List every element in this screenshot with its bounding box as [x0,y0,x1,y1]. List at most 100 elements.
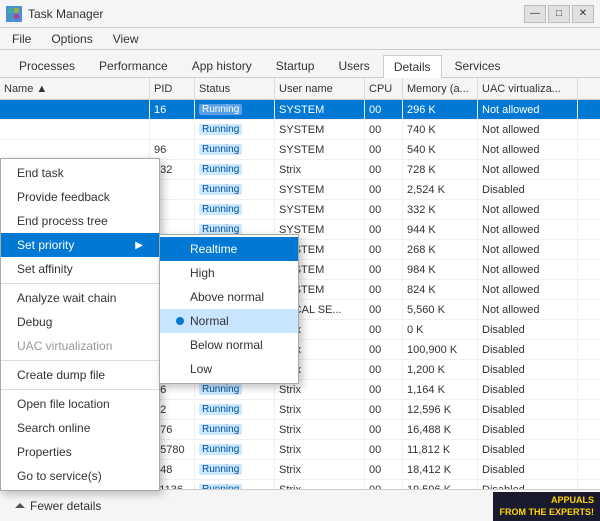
table-body[interactable]: 16RunningSYSTEM00296 KNot allowedRunning… [0,100,600,489]
table-row[interactable]: RunningSYSTEM00944 KNot allowed [0,220,600,240]
td-username: SYSTEM [275,140,365,159]
close-button[interactable]: ✕ [572,5,594,23]
td-status: Running [195,380,275,399]
td-cpu: 00 [365,160,403,179]
td-username: Strix [275,340,365,359]
td-username: SYSTEM [275,200,365,219]
table-row[interactable]: 732RunningStrix00728 KNot allowed [0,160,600,180]
menu-options[interactable]: Options [47,30,96,48]
td-memory: 5,560 K [403,300,478,319]
table-row[interactable]: RunningSYSTEM00268 KNot allowed [0,240,600,260]
td-name [0,360,150,379]
td-cpu: 00 [365,440,403,459]
td-uac: Not allowed [478,100,578,119]
tab-details[interactable]: Details [383,55,442,78]
window-title: Task Manager [28,7,103,21]
table-row[interactable]: 52RunningStrix00100,900 KDisabled [0,340,600,360]
td-pid [150,240,195,259]
table-row[interactable]: 72RunningStrix0012,596 KDisabled [0,400,600,420]
td-pid: 732 [150,160,195,179]
td-memory: 824 K [403,280,478,299]
td-username: Strix [275,420,365,439]
td-pid: 72 [150,400,195,419]
header-username[interactable]: User name [275,78,365,99]
header-memory[interactable]: Memory (a... [403,78,478,99]
td-memory: 944 K [403,220,478,239]
td-name [0,220,150,239]
td-username: SYSTEM [275,260,365,279]
table-row[interactable]: 86SuspendedStrix000 KDisabled [0,320,600,340]
table-row[interactable]: 96RunningSYSTEM00540 KNot allowed [0,140,600,160]
table-row[interactable]: RunningSYSTEM00824 KNot allowed [0,280,600,300]
maximize-button[interactable]: □ [548,5,570,23]
td-memory: 728 K [403,160,478,179]
fewer-details-label: Fewer details [30,499,101,513]
table-row[interactable]: 86RunningStrix001,164 KDisabled [0,380,600,400]
chrome-icon [4,463,18,477]
tab-services[interactable]: Services [444,54,512,77]
td-status: Running [195,460,275,479]
td-pid [150,120,195,139]
td-username: Strix [275,320,365,339]
tab-startup[interactable]: Startup [265,54,326,77]
td-pid: 076 [150,420,195,439]
td-status: Running [195,400,275,419]
td-uac: Not allowed [478,120,578,139]
table-row[interactable]: chrome.exe948RunningStrix0018,412 KDisab… [0,460,600,480]
td-memory: 540 K [403,140,478,159]
td-uac: Disabled [478,380,578,399]
table-row[interactable]: chrome.exe15780RunningStrix0011,812 KDis… [0,440,600,460]
tab-app-history[interactable]: App history [181,54,263,77]
table-row[interactable]: RunningSYSTEM00332 KNot allowed [0,200,600,220]
menu-view[interactable]: View [109,30,143,48]
tab-performance[interactable]: Performance [88,54,179,77]
table-row[interactable]: RunningSYSTEM00984 KNot allowed [0,260,600,280]
td-cpu: 00 [365,360,403,379]
table-row[interactable]: chrome.exe076RunningStrix0016,488 KDisab… [0,420,600,440]
tab-processes[interactable]: Processes [8,54,86,77]
title-bar: Task Manager — □ ✕ [0,0,600,28]
td-status: Running [195,340,275,359]
td-cpu: 00 [365,180,403,199]
td-uac: Not allowed [478,280,578,299]
td-status: Running [195,260,275,279]
tab-users[interactable]: Users [327,54,380,77]
td-name [0,300,150,319]
header-uac[interactable]: UAC virtualiza... [478,78,578,99]
header-cpu[interactable]: CPU [365,78,403,99]
td-uac: Disabled [478,320,578,339]
td-cpu: 00 [365,320,403,339]
td-name: chrome.exe [0,440,150,459]
header-name[interactable]: Name ▲ [0,78,150,99]
fewer-details-button[interactable]: Fewer details [8,496,107,516]
header-pid[interactable]: PID [150,78,195,99]
header-status[interactable]: Status [195,78,275,99]
td-uac: Not allowed [478,140,578,159]
td-status: Running [195,160,275,179]
td-cpu: 00 [365,380,403,399]
td-status: Running [195,120,275,139]
td-status: Running [195,480,275,489]
table-row[interactable]: 232RunningStrix001,200 KDisabled [0,360,600,380]
menu-file[interactable]: File [8,30,35,48]
table-row[interactable]: chrome.exe11136RunningStrix0019,596 KDis… [0,480,600,489]
td-name: chrome.exe [0,480,150,489]
td-pid: 52 [150,340,195,359]
table-row[interactable]: RunningLOCAL SE...005,560 KNot allowed [0,300,600,320]
minimize-button[interactable]: — [524,5,546,23]
td-username: Strix [275,360,365,379]
td-username: LOCAL SE... [275,300,365,319]
table-row[interactable]: 16RunningSYSTEM00296 KNot allowed [0,100,600,120]
td-uac: Not allowed [478,260,578,279]
table-row[interactable]: RunningSYSTEM002,524 KDisabled [0,180,600,200]
table-row[interactable]: RunningSYSTEM00740 KNot allowed [0,120,600,140]
td-name [0,260,150,279]
td-memory: 2,524 K [403,180,478,199]
td-uac: Disabled [478,340,578,359]
td-username: SYSTEM [275,100,365,119]
td-memory: 12,596 K [403,400,478,419]
chrome-icon [4,443,18,457]
td-cpu: 00 [365,140,403,159]
td-uac: Not allowed [478,300,578,319]
td-memory: 19,596 K [403,480,478,489]
